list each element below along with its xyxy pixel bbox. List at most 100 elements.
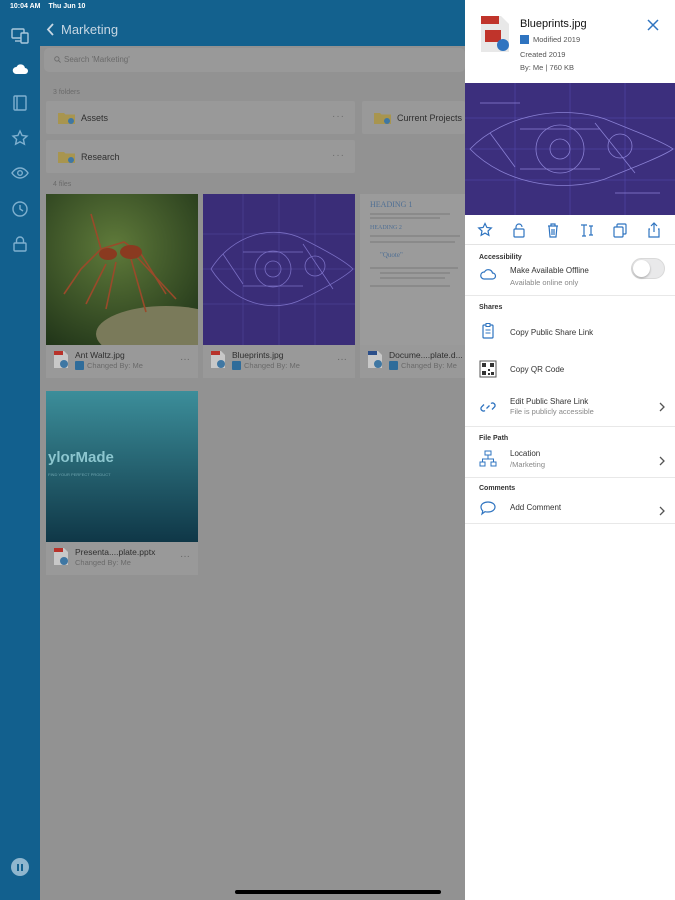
lock-icon[interactable]: [11, 235, 29, 253]
document-thumbnail: HEADING 1 HEADING 2 "Quote": [360, 194, 465, 345]
file-name: Docume....plate.d...: [389, 350, 463, 360]
more-icon[interactable]: ···: [337, 354, 347, 365]
edit-icon: [75, 361, 84, 370]
ppt-subtitle: FIND YOUR PERFECT PRODUCT: [48, 472, 111, 477]
status-date: Thu Jun 10: [48, 3, 86, 10]
copy-link-label: Copy Public Share Link: [510, 328, 594, 337]
more-icon[interactable]: ···: [332, 111, 345, 122]
chevron-right-icon: [659, 506, 665, 516]
divider: [465, 426, 675, 427]
share-icon[interactable]: [646, 222, 662, 238]
star-icon[interactable]: [11, 129, 29, 147]
file-sub-text: Changed By: Me: [75, 558, 131, 567]
edit-icon: [232, 361, 241, 370]
file-card-blueprints[interactable]: Blueprints.jpg Changed By: Me ···: [203, 194, 355, 378]
edit-link-sub: File is publicly accessible: [510, 407, 594, 416]
more-icon[interactable]: ···: [332, 150, 345, 161]
search-input[interactable]: Search 'Marketing': [44, 48, 465, 72]
more-icon[interactable]: ···: [180, 354, 190, 365]
cloud-icon[interactable]: [11, 60, 29, 78]
search-icon: [54, 56, 61, 63]
home-indicator: [235, 890, 441, 894]
sitemap-icon: [479, 450, 497, 467]
folder-current-projects[interactable]: Current Projects: [362, 101, 465, 134]
file-details-panel: Blueprints.jpg Modified 2019 Created 201…: [465, 0, 675, 900]
panel-title: Blueprints.jpg: [520, 18, 587, 30]
file-sub-text: Changed By: Me: [87, 361, 143, 370]
folder-name: Assets: [81, 112, 109, 123]
folder-name: Current Projects: [397, 112, 463, 123]
folders-count: 3 folders: [53, 89, 80, 96]
location-label: Location: [510, 449, 541, 458]
chevron-right-icon: [659, 402, 665, 412]
offline-toggle[interactable]: [631, 258, 665, 279]
folder-assets[interactable]: Assets ···: [46, 101, 355, 134]
file-name: Ant Waltz.jpg: [75, 350, 125, 360]
file-browser: Marketing Search 'Marketing' 3 folders A…: [40, 0, 465, 900]
star-icon[interactable]: [477, 222, 493, 238]
action-toolbar: [465, 215, 675, 245]
blueprint-thumbnail: [203, 194, 355, 345]
divider: [465, 523, 675, 524]
file-name: Blueprints.jpg: [232, 350, 284, 360]
search-placeholder: Search 'Marketing': [64, 55, 130, 64]
shares-header: Shares: [479, 304, 503, 311]
lock-icon[interactable]: [511, 222, 527, 238]
file-card-ant-waltz[interactable]: Ant Waltz.jpg Changed By: Me ···: [46, 194, 198, 378]
add-comment-row[interactable]: Add Comment: [465, 499, 675, 519]
copy-icon[interactable]: [612, 222, 628, 238]
ppt-title: ylorMade: [48, 449, 114, 466]
trash-icon[interactable]: [545, 222, 561, 238]
file-sub: Changed By: Me: [75, 558, 131, 567]
document-file-icon: [368, 351, 382, 368]
file-card-document[interactable]: HEADING 1 HEADING 2 "Quote" Docume....pl…: [360, 194, 465, 378]
location-value: /Marketing: [510, 460, 546, 469]
presentation-thumbnail: ylorMade FIND YOUR PERFECT PRODUCT: [46, 391, 198, 542]
pause-icon[interactable]: [11, 858, 29, 876]
more-icon[interactable]: ···: [180, 551, 190, 562]
file-name: Presenta....plate.pptx: [75, 547, 156, 557]
edit-public-link-row[interactable]: Edit Public Share Link File is publicly …: [465, 395, 675, 419]
comments-header: Comments: [479, 485, 516, 492]
comment-icon: [480, 501, 496, 516]
folder-icon: [374, 113, 391, 124]
presentation-file-icon: [54, 548, 68, 565]
qr-label: Copy QR Code: [510, 365, 565, 374]
divider: [465, 295, 675, 296]
folder-research[interactable]: Research ···: [46, 140, 355, 173]
link-icon: [480, 402, 496, 412]
close-icon[interactable]: [646, 18, 660, 32]
edit-link-label: Edit Public Share Link: [510, 397, 589, 406]
file-card-presentation[interactable]: ylorMade FIND YOUR PERFECT PRODUCT Prese…: [46, 391, 198, 575]
file-path-header: File Path: [479, 435, 509, 442]
location-row[interactable]: Location /Marketing: [465, 448, 675, 472]
clock-icon[interactable]: [11, 200, 29, 218]
ant-photo-thumbnail: [46, 194, 198, 345]
image-file-icon: [54, 351, 68, 368]
doc-heading: HEADING 1: [370, 200, 413, 209]
eye-icon[interactable]: [11, 164, 29, 182]
accessibility-header: Accessibility: [479, 254, 522, 261]
offline-sub: Available online only: [510, 278, 579, 287]
rename-icon[interactable]: [579, 222, 595, 238]
modified-line: Modified 2019: [520, 35, 580, 44]
folder-icon: [58, 152, 75, 163]
doc-subheading: HEADING 2: [370, 225, 402, 231]
file-sub: Changed By: Me: [389, 361, 457, 370]
back-button[interactable]: Marketing: [46, 22, 118, 37]
image-file-icon: [211, 351, 225, 368]
sidebar-rail: [0, 0, 40, 900]
status-bar: 10:04 AM Thu Jun 10: [0, 0, 465, 14]
file-sub: Changed By: Me: [75, 361, 143, 370]
status-time: 10:04 AM: [10, 3, 41, 10]
owner-size-text: By: Me | 760 KB: [520, 63, 575, 72]
book-icon[interactable]: [11, 94, 29, 112]
copy-qr-row[interactable]: Copy QR Code: [465, 360, 675, 380]
chevron-left-icon: [46, 23, 54, 36]
doc-quote: "Quote": [380, 251, 403, 259]
devices-icon[interactable]: [11, 26, 29, 44]
edit-icon: [520, 35, 529, 44]
copy-public-link-row[interactable]: Copy Public Share Link: [465, 322, 675, 346]
offline-label: Make Available Offline: [510, 266, 589, 275]
divider: [465, 477, 675, 478]
